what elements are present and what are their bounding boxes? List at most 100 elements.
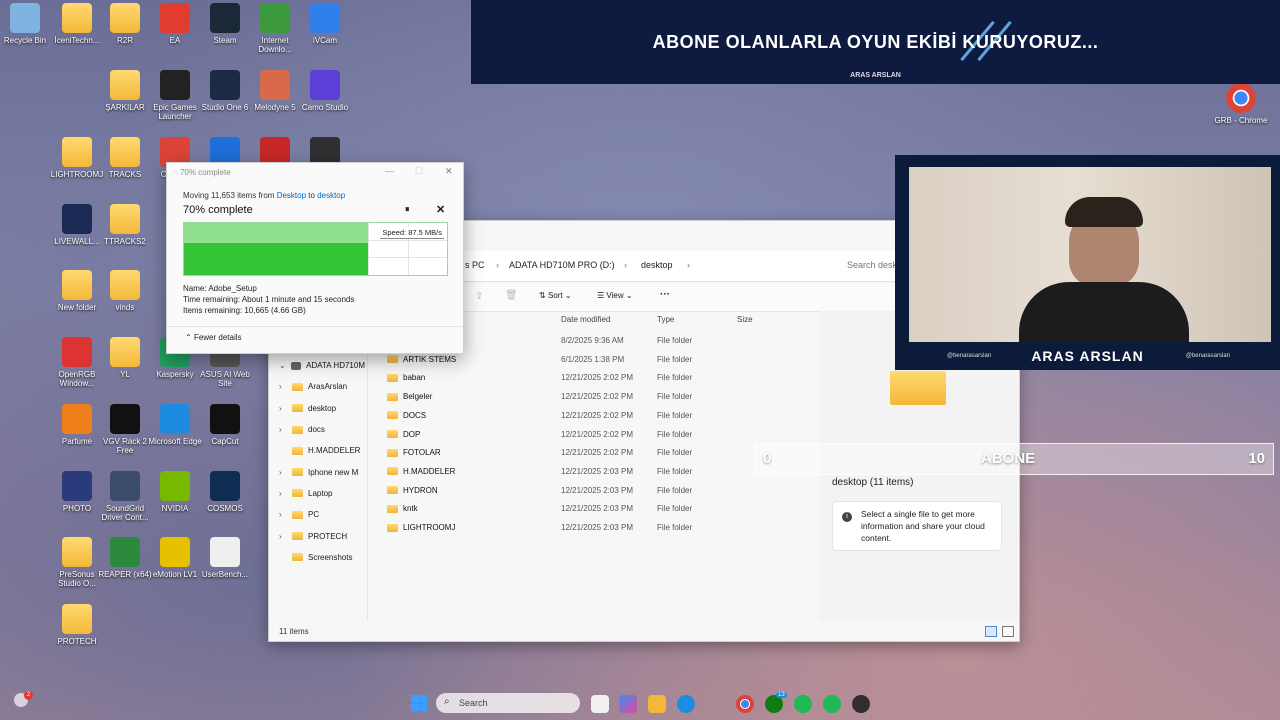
file-name-cell: kntk — [387, 504, 418, 513]
column-header-size[interactable]: Size — [737, 315, 753, 324]
copilot-icon[interactable] — [619, 695, 637, 713]
desktop-icon[interactable]: iVCam — [295, 3, 355, 45]
file-type: File folder — [657, 354, 693, 364]
webcam-video — [909, 167, 1271, 342]
nav-item[interactable]: H.MADDELER — [279, 441, 365, 461]
file-row[interactable]: HYDRON 12/21/2025 2:03 PM File folder — [387, 482, 817, 500]
breadcrumb-item[interactable]: s PC — [465, 260, 485, 270]
chevron-icon[interactable]: › — [279, 489, 287, 498]
column-header-date[interactable]: Date modified — [561, 315, 610, 324]
chevron-icon[interactable]: › — [279, 468, 287, 477]
file-date: 6/1/2025 1:38 PM — [561, 354, 625, 364]
file-name-cell: baban — [387, 373, 425, 382]
pause-button[interactable]: ⏸ — [405, 204, 410, 215]
breadcrumb-item[interactable]: desktop — [641, 260, 673, 270]
folder-preview-icon — [890, 371, 946, 405]
details-info-text: Select a single file to get more informa… — [861, 509, 985, 543]
nav-item[interactable]: Screenshots — [279, 547, 365, 567]
edge-icon[interactable] — [677, 695, 695, 713]
search-box[interactable]: Search desk — [847, 260, 897, 270]
column-header-type[interactable]: Type — [657, 315, 674, 324]
file-name: H.MADDELER — [403, 466, 456, 476]
maximize-button[interactable]: ☐ — [415, 166, 423, 177]
start-button[interactable] — [411, 695, 427, 711]
nav-item[interactable]: › ArasArslan — [279, 377, 365, 397]
nav-item[interactable]: › PROTECH — [279, 526, 365, 546]
desktop-icon-label: CapCut — [211, 437, 239, 446]
nav-item[interactable]: › docs — [279, 420, 365, 440]
destination-link[interactable]: desktop — [317, 191, 345, 200]
folder-icon — [387, 467, 398, 476]
folder-icon — [292, 425, 303, 434]
file-name: Name: Adobe_Setup — [183, 284, 257, 293]
folder-icon — [110, 204, 140, 234]
more-options-button[interactable]: ··· — [660, 289, 670, 300]
chrome-icon[interactable] — [736, 695, 754, 713]
photo-icon — [62, 471, 92, 501]
desktop-icon[interactable]: CapCut — [195, 404, 255, 446]
file-row[interactable]: Belgeler 12/21/2025 2:02 PM File folder — [387, 388, 817, 406]
details-view-icon[interactable] — [985, 626, 997, 637]
source-link[interactable]: Desktop — [277, 191, 306, 200]
file-row[interactable]: FOTOLAR 12/21/2025 2:02 PM File folder — [387, 444, 817, 462]
chevron-icon[interactable]: › — [279, 532, 287, 541]
chevron-icon[interactable]: › — [279, 425, 287, 434]
desktop-icon[interactable]: UserBench... — [195, 537, 255, 579]
view-label: View — [606, 291, 624, 300]
cancel-button[interactable]: ✕ — [436, 203, 445, 216]
desktop-icon[interactable]: vinds — [95, 270, 155, 312]
file-name: Belgeler — [403, 392, 433, 402]
divider — [167, 326, 463, 327]
desktop-icon[interactable]: Camo Studio — [295, 70, 355, 112]
folder-icon — [387, 392, 398, 401]
close-window-button[interactable]: ✕ — [445, 166, 453, 177]
minimize-button[interactable]: — — [385, 166, 394, 176]
to-word: to — [308, 191, 315, 200]
file-explorer-icon[interactable] — [648, 695, 666, 713]
desktop-icon[interactable]: TTRACKS2 — [95, 204, 155, 246]
task-view-icon[interactable] — [591, 695, 609, 713]
nav-item[interactable]: › PC — [279, 505, 365, 525]
livewall-icon — [62, 204, 92, 234]
nvidia-icon — [160, 471, 190, 501]
sort-button[interactable]: ⇅ Sort ⌄ — [539, 291, 572, 300]
sort-label: Sort — [547, 291, 563, 300]
obs-icon[interactable] — [852, 695, 870, 713]
chevron-icon[interactable]: › — [279, 510, 287, 519]
percent-label: 70% complete — [183, 204, 253, 216]
folder-icon — [62, 270, 92, 300]
chevron-icon[interactable]: › — [279, 382, 287, 391]
desktop-icon[interactable]: PROTECH — [47, 604, 107, 646]
nav-item[interactable]: › desktop — [279, 398, 365, 418]
nav-item-label: PROTECH — [308, 531, 348, 541]
tiles-view-icon[interactable] — [1002, 626, 1014, 637]
spotify-alt-icon[interactable] — [823, 695, 841, 713]
stream-banner: ABONE OLANLARLA OYUN EKİBİ KURUYORUZ... … — [471, 0, 1280, 84]
spotify-icon[interactable] — [794, 695, 812, 713]
view-button[interactable]: ☰ View ⌄ — [597, 291, 633, 300]
file-row[interactable]: H.MADDELER 12/21/2025 2:03 PM File folder — [387, 463, 817, 481]
file-row[interactable]: DOCS 12/21/2025 2:02 PM File folder — [387, 407, 817, 425]
taskbar-search[interactable]: ⌕ Search — [436, 693, 580, 713]
file-row[interactable]: kntk 12/21/2025 2:03 PM File folder — [387, 500, 817, 518]
delete-icon[interactable]: 🗑 — [505, 290, 518, 301]
desktop-icon[interactable]: COSMOS — [195, 471, 255, 513]
steam-icon — [210, 3, 240, 33]
share-icon[interactable]: ⇪ — [475, 291, 483, 302]
nav-item[interactable]: › Iphone new M — [279, 462, 365, 482]
breadcrumb-item[interactable]: ADATA HD710M PRO (D:) — [509, 260, 615, 270]
banner-subtitle: ARAS ARSLAN — [850, 72, 901, 79]
ea-icon — [160, 3, 190, 33]
desktop-icon-chrome[interactable]: GRB - Chrome — [1211, 83, 1271, 125]
nav-item[interactable]: › Laptop — [279, 483, 365, 503]
file-row[interactable]: baban 12/21/2025 2:02 PM File folder — [387, 369, 817, 387]
folder-icon — [62, 537, 92, 567]
fewer-details-button[interactable]: ⌃ Fewer details — [185, 333, 242, 342]
nav-item[interactable]: ⌄ ADATA HD710M — [279, 356, 365, 376]
chevron-icon[interactable]: › — [279, 404, 287, 413]
chevron-icon[interactable]: ⌄ — [279, 361, 286, 370]
file-row[interactable]: DOP 12/21/2025 2:02 PM File folder — [387, 426, 817, 444]
file-row[interactable]: LIGHTROOMJ 12/21/2025 2:03 PM File folder — [387, 519, 817, 537]
file-date: 12/21/2025 2:03 PM — [561, 485, 634, 495]
progress-fill-upper — [184, 223, 369, 243]
